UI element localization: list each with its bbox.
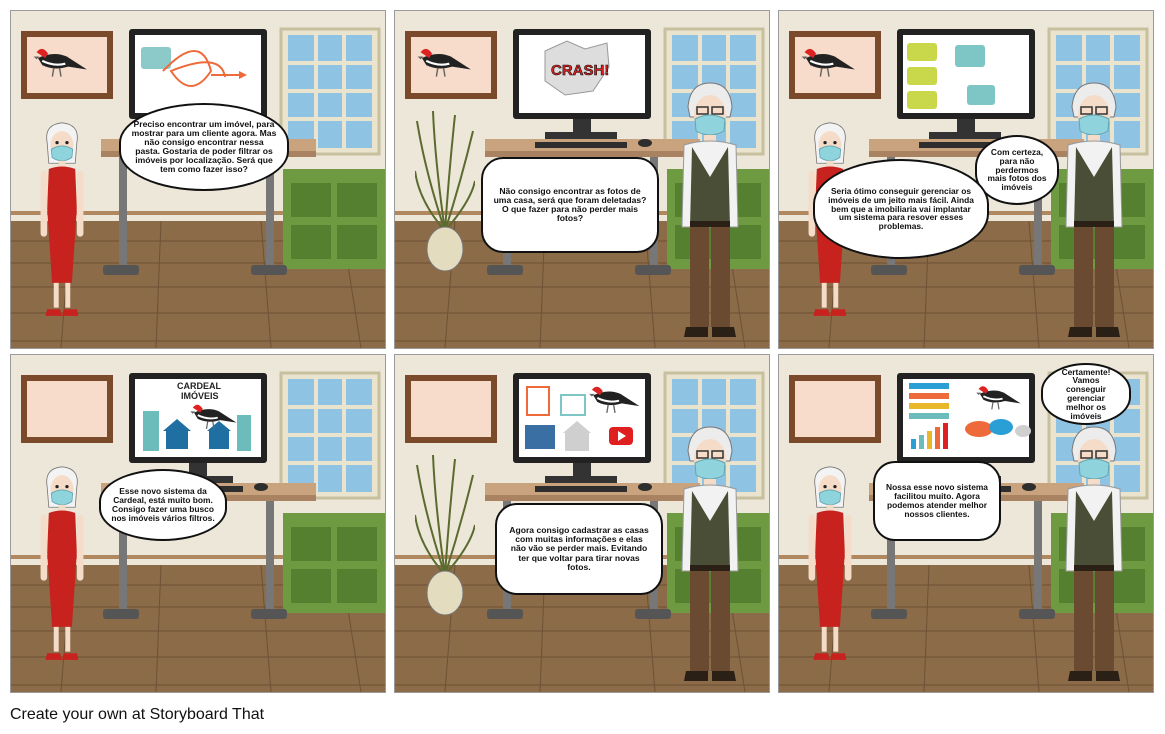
- comic-panel-3: Com certeza, para não perdermos mais fot…: [778, 10, 1154, 349]
- woman-character: [29, 441, 95, 689]
- svg-text:IMÓVEIS: IMÓVEIS: [181, 390, 219, 401]
- comic-panel-6: Certamente! Vamos conseguir gerenciar me…: [778, 354, 1154, 693]
- woman-character: [797, 441, 863, 689]
- speech-bubble: Não consigo encontrar as fotos de uma ca…: [481, 157, 659, 253]
- man-character: [1051, 421, 1137, 691]
- storyboard-credit: Create your own at Storyboard That: [10, 706, 265, 723]
- comic-panel-2: CRASH! Não consigo encontrar as fotos de…: [394, 10, 770, 349]
- comic-panel-1: Preciso encontrar um imóvel, para mostra…: [10, 10, 386, 349]
- svg-text:CRASH!: CRASH!: [551, 62, 609, 79]
- speech-bubble: Agora consigo cadastrar as casas com mui…: [495, 503, 663, 595]
- speech-bubble: Nossa esse novo sistema facilitou muito.…: [873, 461, 1001, 541]
- comic-panel-5: Agora consigo cadastrar as casas com mui…: [394, 354, 770, 693]
- man-character: [667, 421, 753, 691]
- svg-text:CARDEAL: CARDEAL: [177, 381, 222, 391]
- woman-character: [29, 97, 95, 345]
- man-character: [1051, 77, 1137, 347]
- man-character: [667, 77, 753, 347]
- speech-bubble: Com certeza, para não perdermos mais fot…: [975, 135, 1059, 205]
- speech-bubble: Seria ótimo conseguir gerenciar os imóve…: [813, 159, 989, 259]
- speech-bubble: Certamente! Vamos conseguir gerenciar me…: [1041, 363, 1131, 425]
- speech-bubble: Esse novo sistema da Cardeal, está muito…: [99, 469, 227, 541]
- speech-bubble: Preciso encontrar um imóvel, para mostra…: [119, 103, 289, 191]
- comic-panel-4: CARDEAL IMÓVEIS Esse novo sistema da Car…: [10, 354, 386, 693]
